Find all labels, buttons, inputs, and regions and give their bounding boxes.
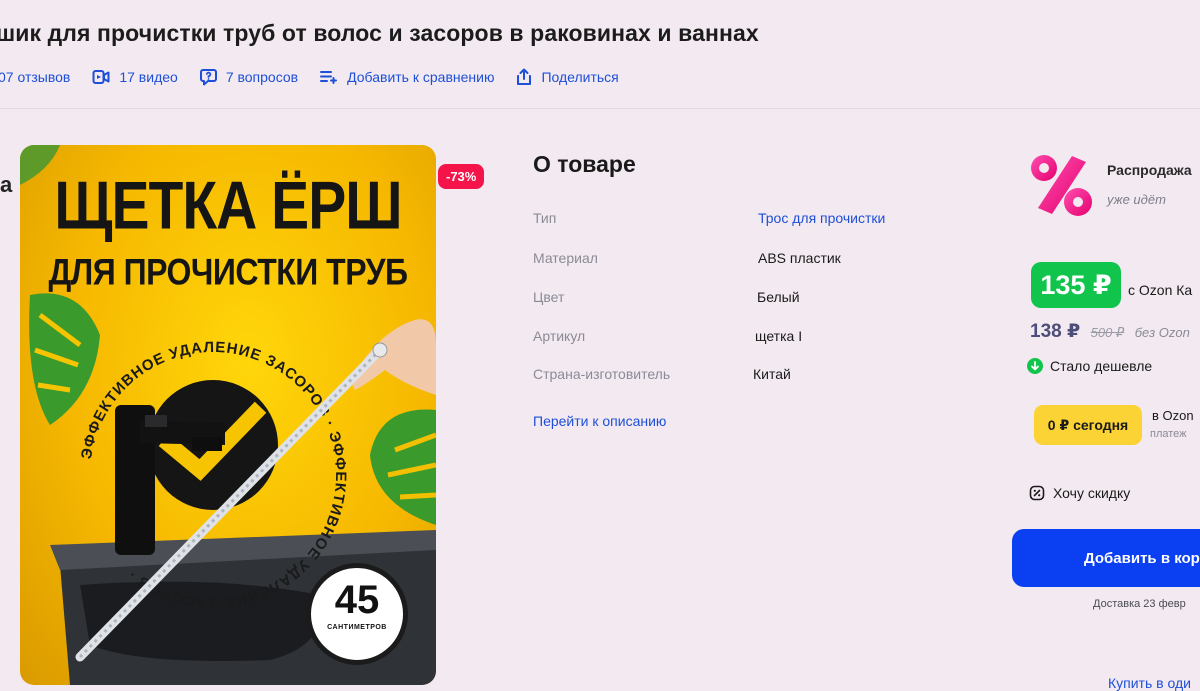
spec-value-article: щетка I [755,328,803,344]
percent-icon [1031,155,1092,216]
left-leaf [29,293,100,425]
cheaper-label: Стало дешевле [1050,358,1153,374]
product-main-image[interactable]: ЭФФЕКТИВНОЕ УДАЛЕНИЕ ЗАСОРОВ · ЭФФЕКТИВН… [20,145,436,685]
questions-count: 7 вопросов [225,69,299,85]
discount-chat-icon [1029,485,1045,501]
video-icon [92,70,110,84]
question-bubble-icon [199,69,217,86]
add-to-cart-button[interactable]: Добавить в кор [1012,529,1200,587]
sale-subtitle: уже идёт [1107,192,1166,207]
compare-button[interactable]: Добавить к сравнению [320,69,494,85]
old-price: 500 ₽ [1090,325,1125,340]
go-to-description-link[interactable]: Перейти к описанию [533,413,666,429]
compare-label: Добавить к сравнению [347,69,495,85]
spec-key-country: Страна-изготовитель [533,366,671,382]
card-price: 135 ₽ [1031,262,1121,308]
installment-subcaption: платеж [1150,428,1187,440]
card-price-caption: с Ozon Ка [1128,282,1193,298]
length-unit: САНТИМЕТРОВ [327,624,387,631]
spec-value-type-link[interactable]: Трос для прочистки [758,210,885,226]
product-title: шик для прочистки труб от волос и засоро… [0,20,759,46]
delivery-date: Доставка 23 февр [1093,598,1186,610]
videos-count: 17 видео [119,69,178,85]
regular-price-row: 138 ₽ 500 ₽ без Ozon [1030,320,1190,343]
share-button[interactable]: Поделиться [516,68,619,86]
reviews-count: 07 отзывов [0,69,71,85]
image-subheadline: ДЛЯ ПРОЧИСТКИ ТРУБ [48,251,408,293]
down-arrow-icon [1027,358,1043,374]
installment-button[interactable]: 0 ₽ сегодня [1034,405,1142,445]
spec-key-article: Артикул [533,328,586,344]
spec-value-color: Белый [757,289,800,305]
share-label: Поделиться [541,69,619,85]
want-discount-label: Хочу скидку [1053,485,1131,501]
questions-link[interactable]: 7 вопросов [199,68,299,86]
length-value: 45 [334,578,380,622]
reviews-link[interactable]: 07 отзывов [0,69,70,85]
product-meta-row: 07 отзывов 17 видео 7 вопросов Добавить … [0,68,641,86]
regular-price-caption: без Ozon [1134,325,1190,340]
spec-key-type: Тип [533,210,557,226]
gallery-edge-glyph: a [0,172,13,197]
spec-value-country: Китай [753,366,791,382]
spec-key-color: Цвет [533,289,565,305]
videos-link[interactable]: 17 видео [92,69,178,85]
header-divider [0,108,1200,109]
discount-badge: -73% [438,164,485,189]
about-title: О товаре [533,151,636,177]
sale-title: Распродажа [1107,162,1192,178]
length-badge: 45 САНТИМЕТРОВ [306,563,408,665]
compare-list-icon [320,71,338,84]
price-dropped-indicator: Стало дешевле [1027,358,1152,374]
installment-caption: в Ozon [1152,408,1194,423]
share-icon [517,68,532,85]
right-leaf [370,409,436,525]
spec-value-material: ABS пластик [758,250,841,266]
regular-price: 138 ₽ [1030,321,1081,342]
spec-key-material: Материал [533,250,598,266]
image-headline: ЩЕТКА ЁРШ [54,168,402,244]
want-discount-button[interactable]: Хочу скидку [1029,485,1130,501]
